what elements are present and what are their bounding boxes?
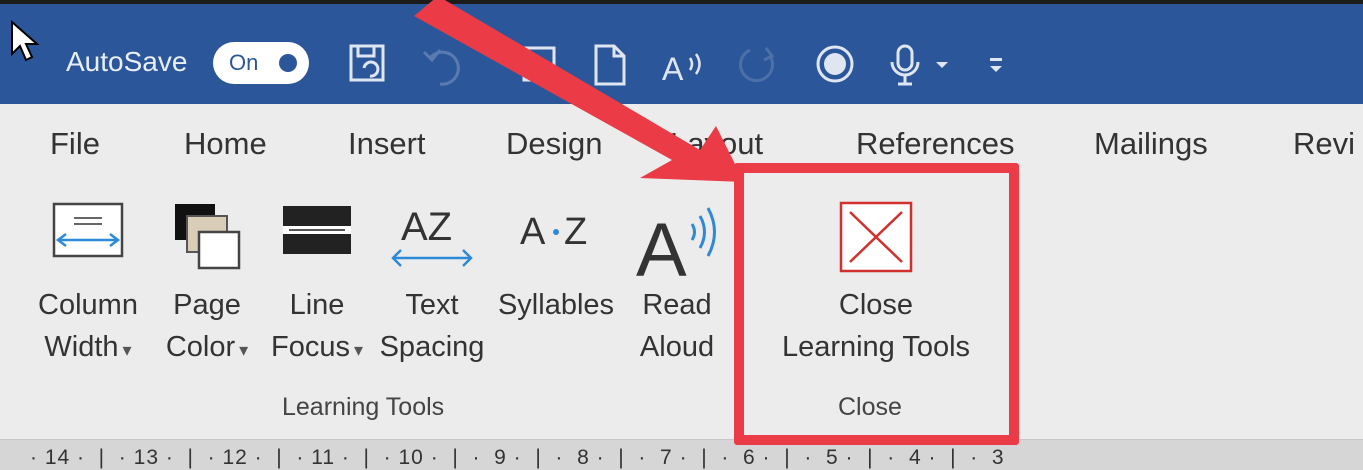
column-width-label: Column Width ▾ [38,289,138,363]
tab-home[interactable]: Home [184,126,267,162]
read-aloud-icon[interactable]: A [660,42,710,86]
column-width-icon [52,202,124,258]
learning-tools-ribbon: Column Width ▾ Page Color ▾ Line Focus ▾ AZ [0,184,1363,434]
chevron-down-icon: ▾ [353,340,364,360]
line-focus-label: Line Focus ▾ [270,289,364,363]
print-preview-icon[interactable] [520,42,560,86]
read-aloud-label: Read Aloud [639,289,715,363]
tab-layout[interactable]: Layout [670,126,763,162]
ruler-scale: · 14 · | · 13 · | · 12 · | · 11 · | · 10… [30,446,1005,469]
svg-text:AZ: AZ [401,205,452,249]
page-color-button[interactable]: Page Color ▾ [152,184,262,384]
ribbon-tabs: File Home Insert Design Layout Reference… [0,104,1363,184]
group-label-learning-tools: Learning Tools [282,393,445,421]
tab-mailings[interactable]: Mailings [1094,126,1208,162]
redo-icon[interactable] [736,42,782,88]
read-aloud-button[interactable]: A Read Aloud [622,184,732,384]
horizontal-ruler[interactable]: · 14 · | · 13 · | · 12 · | · 11 · | · 10… [0,439,1363,470]
autosave-toggle[interactable]: On [213,42,309,84]
read-aloud-icon: A [636,207,716,284]
customize-toolbar-icon[interactable] [984,42,1008,82]
annotation-highlight-box [734,163,1019,445]
save-icon[interactable] [348,42,388,86]
line-focus-icon [283,206,351,254]
tab-file[interactable]: File [50,126,100,162]
undo-icon[interactable] [420,42,470,86]
tab-insert[interactable]: Insert [348,126,426,162]
column-width-button[interactable]: Column Width ▾ [28,184,148,384]
svg-text:Z: Z [564,211,587,253]
syllables-button[interactable]: A Z Syllables [494,184,618,384]
syllables-label: Syllables [497,289,615,321]
syllables-icon: A Z [520,211,587,253]
mouse-cursor-icon [11,20,40,62]
dictate-microphone-icon[interactable] [886,42,956,88]
text-spacing-label: Text Spacing [379,289,485,363]
tab-references[interactable]: References [856,126,1015,162]
svg-text:A: A [636,208,687,284]
text-spacing-button[interactable]: AZ Text Spacing [374,184,490,384]
toggle-knob [279,54,297,72]
autosave-label: AutoSave [66,46,188,77]
title-bar: AutoSave On A [0,4,1363,104]
svg-text:A: A [662,51,684,86]
chevron-down-icon: ▾ [122,340,132,360]
chevron-down-icon: ▾ [239,340,249,360]
svg-text:A: A [520,211,546,253]
tab-design[interactable]: Design [506,126,603,162]
text-spacing-icon: AZ [391,205,473,267]
page-color-label: Page Color ▾ [165,289,249,363]
new-document-icon[interactable] [592,42,628,88]
record-icon[interactable] [814,42,856,86]
line-focus-button[interactable]: Line Focus ▾ [262,184,372,384]
page-color-icon [175,204,241,270]
tab-review[interactable]: Revi [1293,126,1355,162]
autosave-toggle-state: On [229,50,259,75]
